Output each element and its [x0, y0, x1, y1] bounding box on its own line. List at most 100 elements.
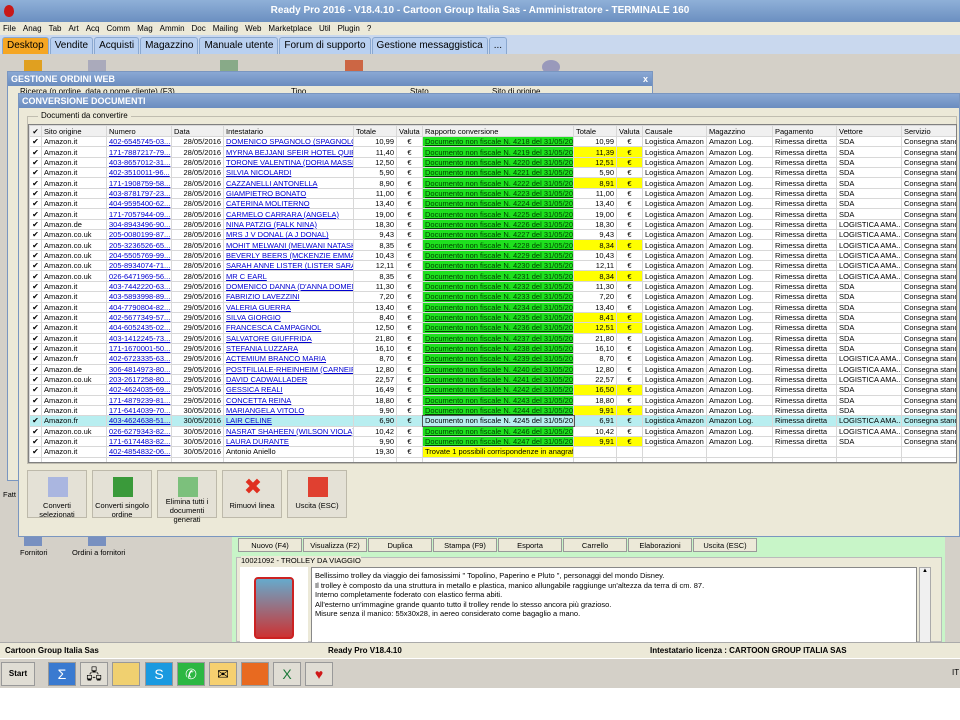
- uscita-button[interactable]: Uscita (ESC): [287, 470, 347, 518]
- rapporto-conversione-link[interactable]: Documento non fiscale N. 4223 del 31/05/…: [422, 187, 574, 200]
- intestatario-link[interactable]: SILVIA NICOLARDI: [223, 167, 354, 179]
- article-button-elaborazioni[interactable]: Elaborazioni: [628, 538, 692, 552]
- row-checkbox[interactable]: ✔: [29, 291, 42, 303]
- intestatario-link[interactable]: DAVID CADWALLADER: [223, 373, 354, 386]
- rapporto-conversione-link[interactable]: Documento non fiscale N. 4237 del 31/05/…: [422, 332, 574, 344]
- intestatario-link[interactable]: MR C EARL: [223, 270, 354, 282]
- table-row[interactable]: ✔ Amazon.it 402-3510011-96... 28/05/2016 SIL…: [29, 167, 956, 179]
- readypro-strawberry-icon[interactable]: ♥: [305, 662, 333, 686]
- menu-item-web[interactable]: Web: [245, 22, 261, 35]
- rapporto-conversione-link[interactable]: Documento non fiscale N. 4235 del 31/05/…: [422, 311, 574, 324]
- column-header[interactable]: Valuta: [396, 125, 423, 137]
- article-button-stampa-f9-[interactable]: Stampa (F9): [433, 538, 497, 552]
- rapporto-conversione-link[interactable]: Documento non fiscale N. 4220 del 31/05/…: [422, 156, 574, 169]
- row-checkbox[interactable]: ✔: [29, 446, 42, 458]
- desktop-label-fatt[interactable]: Fatt: [3, 490, 16, 499]
- rapporto-conversione-link[interactable]: Documento non fiscale N. 4225 del 31/05/…: [422, 208, 574, 220]
- table-row[interactable]: ✔ Amazon.it 403-1412245-73... 29/05/2016 SAL…: [29, 332, 956, 344]
- numero-link[interactable]: 203-2617258-80...: [106, 373, 172, 386]
- row-checkbox[interactable]: ✔: [29, 301, 42, 313]
- row-checkbox[interactable]: ✔: [29, 270, 42, 282]
- product-description[interactable]: Bellissimo trolley da viaggio dei famosi…: [311, 567, 917, 643]
- rapporto-conversione-link[interactable]: Documento non fiscale N. 4244 del 31/05/…: [422, 404, 574, 417]
- rapporto-conversione-link[interactable]: Documento non fiscale N. 4224 del 31/05/…: [422, 198, 574, 210]
- row-checkbox[interactable]: ✔: [29, 322, 42, 334]
- menu-item-tab[interactable]: Tab: [49, 22, 62, 35]
- row-checkbox[interactable]: ✔: [29, 384, 42, 396]
- intestatario-link[interactable]: STEFANIA LUZZARA: [223, 342, 354, 355]
- row-checkbox[interactable]: ✔: [29, 280, 42, 293]
- article-button-uscita-esc-[interactable]: Uscita (ESC): [693, 538, 757, 552]
- numero-link[interactable]: 171-1670001-50...: [106, 342, 172, 355]
- table-row[interactable]: ✔ Amazon.it 171-7057944-09... 28/05/2016 CAR…: [29, 208, 956, 220]
- table-row[interactable]: ✔ Amazon.it 171-6174483-82... 30/05/2016 LAU…: [29, 435, 956, 448]
- tab--[interactable]: ...: [488, 37, 508, 54]
- table-row[interactable]: ✔ Amazon.it 403-8781797-23... 28/05/2016 GIA…: [29, 187, 956, 200]
- intestatario-link[interactable]: CAZZANELLI ANTONELLA: [223, 177, 354, 189]
- intestatario-link[interactable]: TORONE VALENTINA (DORIA MASSIM...: [223, 156, 354, 169]
- table-row[interactable]: ✔ Amazon.it 404-9595400-62... 28/05/2016 CAT…: [29, 198, 956, 210]
- row-checkbox[interactable]: ✔: [29, 404, 42, 417]
- column-header[interactable]: Sito origine: [41, 125, 107, 137]
- numero-link[interactable]: 306-4814973-80...: [106, 363, 172, 375]
- numero-link[interactable]: 171-6174483-82...: [106, 435, 172, 448]
- numero-link[interactable]: 403-5893998-89...: [106, 291, 172, 303]
- row-checkbox[interactable]: ✔: [29, 435, 42, 448]
- table-row[interactable]: ✔ Amazon.fr 402-6723335-63... 29/05/2016 ACT…: [29, 353, 956, 365]
- row-checkbox[interactable]: ✔: [29, 425, 42, 437]
- menu-item-file[interactable]: File: [3, 22, 16, 35]
- tab-manuale-utente[interactable]: Manuale utente: [199, 37, 279, 54]
- intestatario-link[interactable]: SILVA GIORGIO: [223, 311, 354, 324]
- rapporto-conversione-link[interactable]: Documento non fiscale N. 4229 del 31/05/…: [422, 249, 574, 262]
- numero-link[interactable]: 402-6545745-03...: [106, 135, 172, 148]
- start-button[interactable]: Start: [1, 662, 35, 686]
- rapporto-conversione-link[interactable]: Documento non fiscale N. 4234 del 31/05/…: [422, 301, 574, 313]
- intestatario-link[interactable]: FRANCESCA CAMPAGNOL: [223, 322, 354, 334]
- row-checkbox[interactable]: ✔: [29, 146, 42, 158]
- column-header[interactable]: Numero: [106, 125, 172, 137]
- row-checkbox[interactable]: ✔: [29, 177, 42, 189]
- mail-app-icon[interactable]: ✉: [209, 662, 237, 686]
- table-row[interactable]: ✔ Amazon.co.uk 205-3236526-65... 28/05/2016…: [29, 239, 956, 251]
- row-checkbox[interactable]: ✔: [29, 332, 42, 344]
- column-header[interactable]: Valuta: [616, 125, 643, 137]
- tab-magazzino[interactable]: Magazzino: [140, 37, 199, 54]
- table-row[interactable]: ✔ Amazon.it 171-7887217-79... 28/05/2016 MYR…: [29, 146, 956, 158]
- numero-link[interactable]: 171-4879239-81...: [106, 394, 172, 406]
- elimina-documenti-button[interactable]: Elimina tutti i documenti generati: [157, 470, 217, 524]
- column-header[interactable]: Pagamento: [772, 125, 837, 137]
- rapporto-conversione-link[interactable]: Documento non fiscale N. 4233 del 31/05/…: [422, 291, 574, 303]
- rimuovi-linea-button[interactable]: ✖ Rimuovi linea: [222, 470, 282, 518]
- menu-item-mag[interactable]: Mag: [137, 22, 153, 35]
- table-row[interactable]: ✔ Amazon.it 403-8657012-31... 28/05/2016 TOR…: [29, 156, 956, 169]
- numero-link[interactable]: 402-5677349-57...: [106, 311, 172, 324]
- row-checkbox[interactable]: ✔: [29, 167, 42, 179]
- row-checkbox[interactable]: ✔: [29, 311, 42, 324]
- numero-link[interactable]: 204-5505769-99...: [106, 249, 172, 262]
- row-checkbox[interactable]: ✔: [29, 342, 42, 355]
- column-header[interactable]: Rapporto conversione: [422, 125, 574, 137]
- column-header[interactable]: Magazzino: [706, 125, 773, 137]
- skype-icon[interactable]: S: [145, 662, 173, 686]
- tab-gestione-messaggistica[interactable]: Gestione messaggistica: [371, 37, 488, 54]
- row-checkbox[interactable]: ✔: [29, 229, 42, 241]
- rapporto-conversione-link[interactable]: Trovate 1 possibili corrispondenze in an…: [422, 446, 574, 458]
- rapporto-conversione-link[interactable]: Documento non fiscale N. 4246 del 31/05/…: [422, 425, 574, 437]
- numero-link[interactable]: 304-8943496-90...: [106, 218, 172, 231]
- numero-link[interactable]: 171-7887217-79...: [106, 146, 172, 158]
- rapporto-conversione-link[interactable]: Documento non fiscale N. 4228 del 31/05/…: [422, 239, 574, 251]
- row-checkbox[interactable]: ✔: [29, 249, 42, 262]
- intestatario-link[interactable]: MARIANGELA VITOLO: [223, 404, 354, 417]
- intestatario-link[interactable]: MYRNA BEJJANI SFEIR HOTEL QUIRI...: [223, 146, 354, 158]
- intestatario-link[interactable]: NASRAT SHAHEEN (WILSON VIOLA): [223, 425, 354, 437]
- numero-link[interactable]: 403-7442220-63...: [106, 280, 172, 293]
- menu-item-q[interactable]: ?: [367, 22, 371, 35]
- intestatario-link[interactable]: FABRIZIO LAVEZZINI: [223, 291, 354, 303]
- column-header[interactable]: Vettore: [836, 125, 902, 137]
- language-indicator[interactable]: IT: [952, 668, 959, 677]
- rapporto-conversione-link[interactable]: Documento non fiscale N. 4221 del 31/05/…: [422, 167, 574, 179]
- intestatario-link[interactable]: CATERINA MOLITERNO: [223, 198, 354, 210]
- table-row[interactable]: ✔ Amazon.co.uk 026-6279343-82... 30/05/2016…: [29, 425, 956, 437]
- intestatario-link[interactable]: MOHIT MELWANI (MELWANI NATASHA): [223, 239, 354, 251]
- sigma-app-icon[interactable]: Σ: [48, 662, 76, 686]
